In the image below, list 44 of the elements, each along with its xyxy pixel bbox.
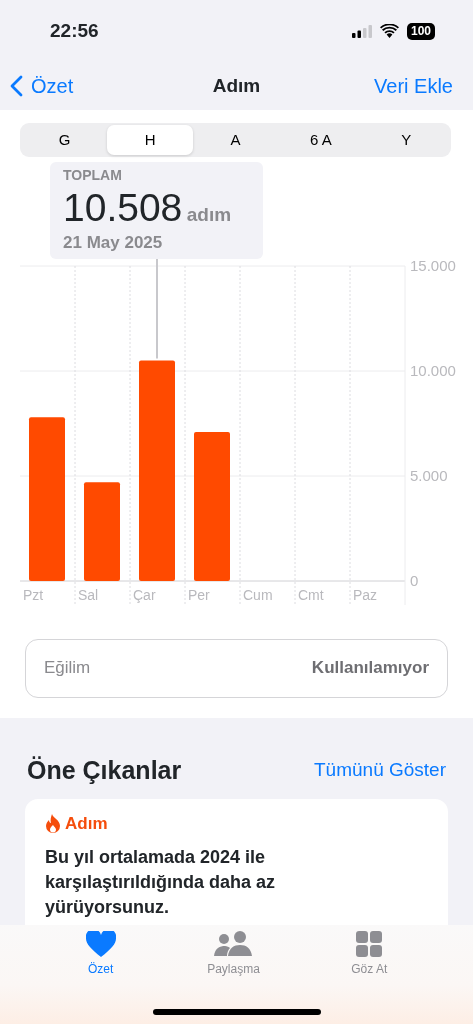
bar[interactable] [29,416,65,581]
segment-tab[interactable]: A [192,125,279,155]
axis-day-label: Çar [133,586,156,603]
axis-tick-label: 15.000 [410,258,456,274]
segment-tab[interactable]: G [22,125,108,155]
section-title: Öne Çıkanlar [27,754,182,786]
show-all-link[interactable]: Tümünü Göster [314,756,446,785]
wifi-icon [379,24,399,38]
back-chevron-icon [10,75,23,97]
axis-tick-label: 10.000 [410,361,456,379]
people-icon [214,931,253,957]
axis-tick-label: 5.000 [410,466,448,484]
add-data-button[interactable]: Veri Ekle [374,71,453,101]
trend-value: Kullanılamıyor [311,657,429,680]
axis-day-label: Cum [243,586,273,603]
page-title: Adım [212,74,261,96]
bar[interactable] [194,431,230,581]
total-value: 10.508 [63,186,183,229]
axis-day-label: Sal [78,586,99,603]
unit-label: adım [186,204,232,225]
category-label: Adım [65,813,108,835]
highlight-card[interactable]: Adım Bu yıl ortalamada 2024 ile karşılaştırıldığında daha az yürüyorsunuz. [25,799,448,926]
back-button[interactable]: Özet [10,71,74,101]
axis-day-label: Paz [353,586,378,603]
bar[interactable] [84,481,120,581]
segment-tab[interactable]: Y [363,125,450,155]
bar[interactable] [139,360,175,581]
highlight-text: Bu yıl ortalamada 2024 ile karşılaştırıldığında daha az yürüyorsunuz. [45,845,277,919]
axis-day-label: Cmt [298,586,324,603]
battery-level: 100 [406,22,435,40]
flame-icon [45,814,61,834]
segment-tab[interactable]: H [107,125,193,155]
axis-tick-label: 0 [410,571,419,589]
clock-time: 22:56 [50,18,99,43]
trend-label: Eğilim [44,657,91,680]
tab-bar-item[interactable]: Özet [85,931,116,989]
date-label: 21 May 2025 [63,232,164,254]
summary-label: TOPLAM [63,166,123,185]
heart-icon [85,931,116,957]
signal-icon [351,24,372,38]
axis-day-label: Per [188,586,210,603]
grid-icon [356,931,383,957]
segment-tab[interactable]: 6 A [278,125,364,155]
axis-day-label: Pzt [23,586,44,603]
